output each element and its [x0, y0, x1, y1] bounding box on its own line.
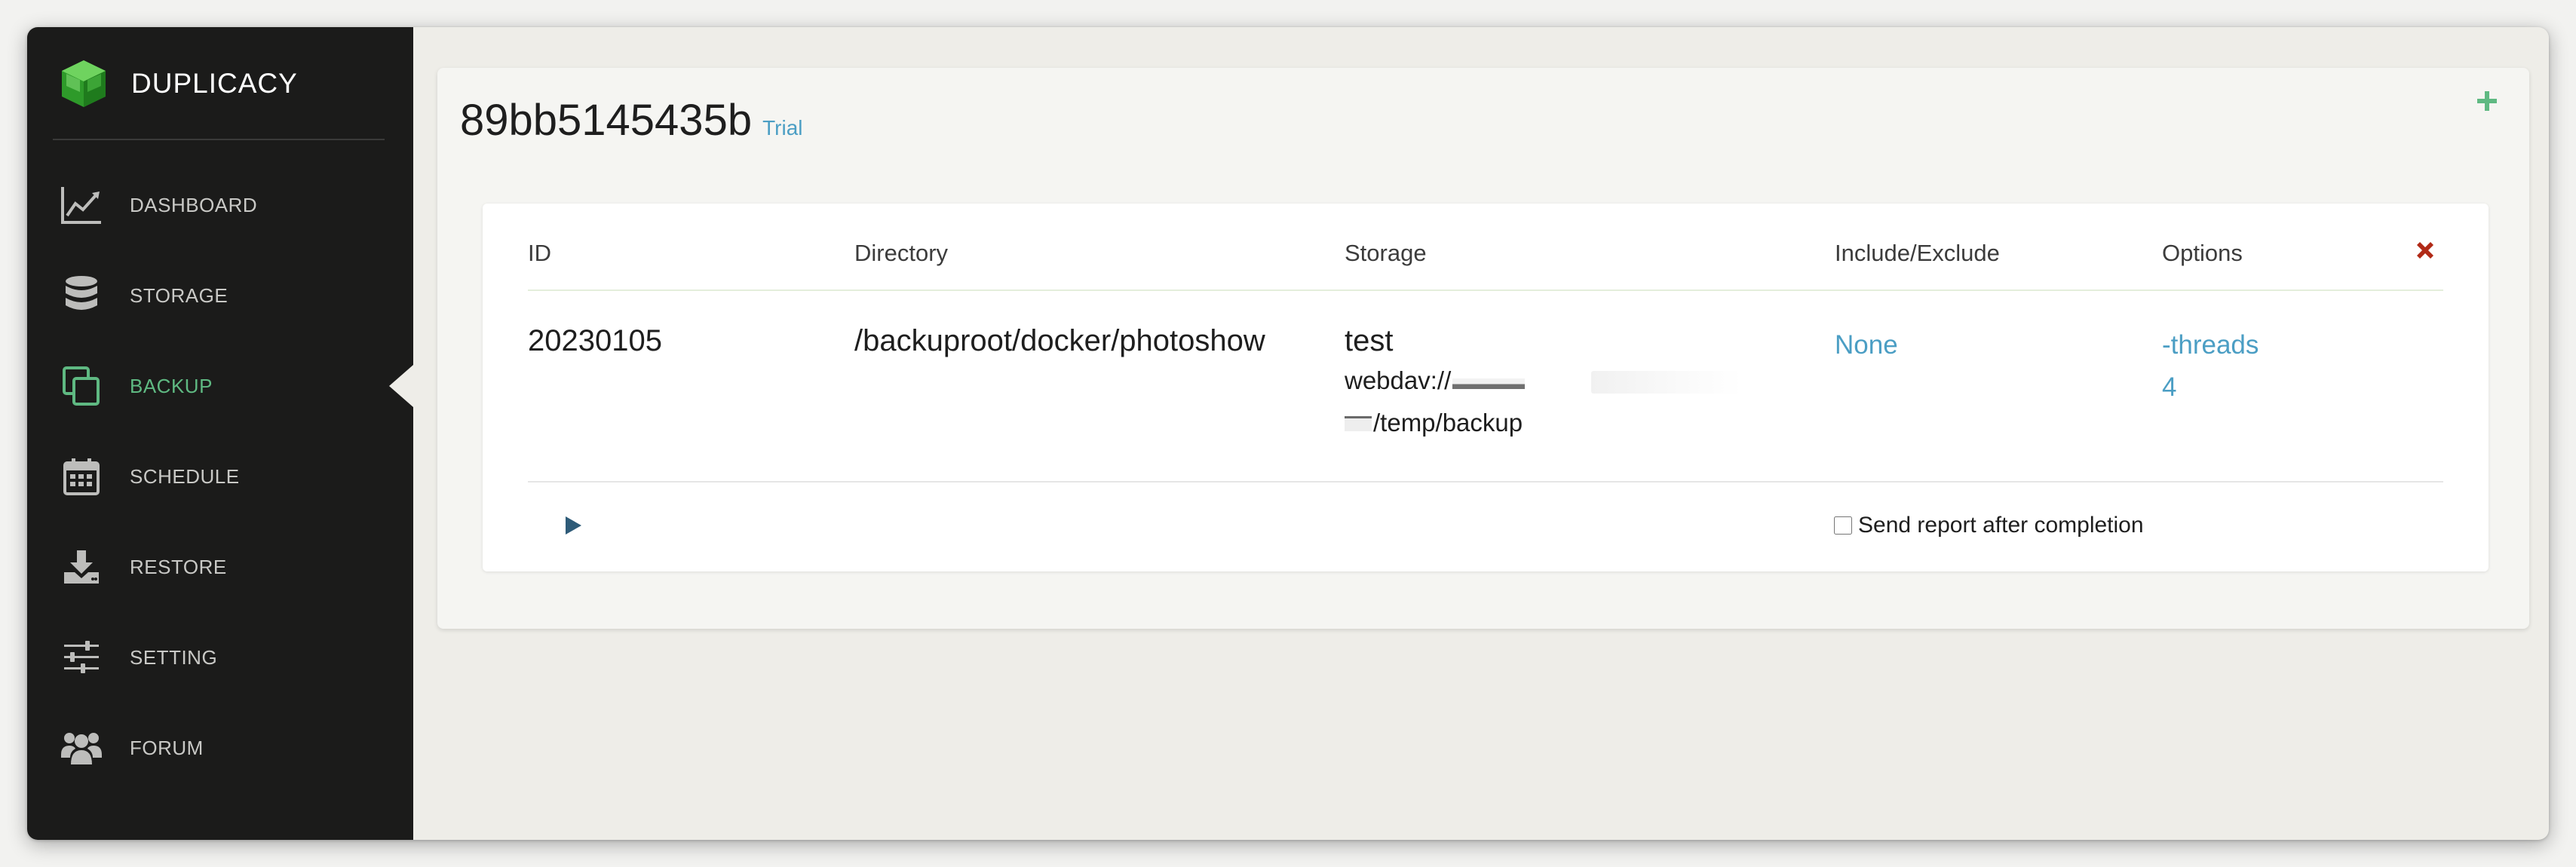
redacted-path	[1345, 416, 1372, 431]
column-header-options: Options	[2162, 240, 2243, 266]
options-cell: -threads 4	[2162, 324, 2259, 409]
sidebar-item-schedule[interactable]: SCHEDULE	[27, 431, 413, 522]
calendar-icon	[60, 455, 103, 498]
sidebar-item-label: SETTING	[130, 645, 218, 669]
sidebar-item-label: DASHBOARD	[130, 193, 258, 216]
backup-card: ID Directory Storage Include/Exclude Opt…	[483, 204, 2489, 571]
backup-storage: test webdav:// /temp/backup	[1345, 324, 1526, 444]
database-icon	[60, 274, 103, 317]
main-content: 89bb5145435b Trial ID Directory Storage …	[413, 27, 2549, 840]
close-icon	[2417, 242, 2433, 259]
sidebar-item-forum[interactable]: FORUM	[27, 703, 413, 793]
sidebar: DUPLICACY DASHBOARD STORAGE BACKUP SCHED…	[27, 27, 413, 840]
sidebar-item-storage[interactable]: STORAGE	[27, 250, 413, 341]
sliders-icon	[60, 636, 103, 679]
send-report-option[interactable]: Send report after completion	[1834, 513, 2144, 538]
column-header-id: ID	[528, 240, 551, 266]
header-divider	[528, 290, 2443, 291]
brand[interactable]: DUPLICACY	[57, 48, 298, 119]
sidebar-nav: DASHBOARD STORAGE BACKUP SCHEDULE RESTOR…	[27, 160, 413, 793]
app-window: DUPLICACY DASHBOARD STORAGE BACKUP SCHED…	[27, 27, 2549, 840]
sidebar-item-restore[interactable]: RESTORE	[27, 522, 413, 612]
options-link[interactable]: -threads 4	[2162, 324, 2259, 409]
sidebar-item-setting[interactable]: SETTING	[27, 612, 413, 703]
redacted-text	[1591, 371, 1742, 394]
include-exclude-link[interactable]: None	[1835, 330, 1898, 360]
storage-url: webdav:// /temp/backup	[1345, 360, 1526, 444]
run-backup-button[interactable]	[561, 513, 584, 538]
sidebar-item-label: BACKUP	[130, 374, 213, 397]
column-header-directory: Directory	[854, 240, 949, 266]
options-line-1: -threads	[2162, 330, 2259, 360]
computer-panel: 89bb5145435b Trial ID Directory Storage …	[437, 68, 2529, 629]
delete-backup-button[interactable]	[2409, 234, 2442, 267]
send-report-label: Send report after completion	[1858, 513, 2144, 538]
active-indicator	[389, 365, 413, 407]
include-exclude-cell: None	[1835, 324, 1898, 366]
users-icon	[60, 727, 103, 769]
plus-icon	[2477, 91, 2497, 111]
backup-id: 20230105	[528, 324, 662, 357]
copy-icon	[60, 365, 103, 407]
duplicacy-logo-icon	[62, 60, 106, 107]
sidebar-item-dashboard[interactable]: DASHBOARD	[27, 160, 413, 250]
backup-directory: /backuproot/docker/photoshow	[854, 324, 1265, 357]
sidebar-item-label: RESTORE	[130, 555, 227, 578]
footer-divider	[528, 481, 2443, 483]
storage-url-suffix: /temp/backup	[1373, 409, 1523, 437]
redacted-host	[1452, 378, 1526, 389]
add-backup-button[interactable]	[2472, 86, 2502, 116]
computer-id: 89bb5145435b	[460, 96, 753, 145]
license-badge[interactable]: Trial	[762, 116, 802, 140]
column-header-include-exclude: Include/Exclude	[1835, 240, 2000, 266]
sidebar-item-label: STORAGE	[130, 283, 228, 307]
app-name: DUPLICACY	[131, 68, 298, 99]
download-icon	[60, 546, 103, 588]
storage-name: test	[1345, 324, 1394, 357]
sidebar-item-label: FORUM	[130, 736, 204, 759]
storage-url-prefix: webdav://	[1345, 366, 1452, 394]
chart-line-icon	[60, 184, 103, 226]
sidebar-item-backup[interactable]: BACKUP	[27, 341, 413, 431]
options-line-2: 4	[2162, 372, 2177, 402]
sidebar-item-label: SCHEDULE	[130, 464, 240, 488]
sidebar-divider	[53, 139, 385, 140]
column-header-storage: Storage	[1345, 240, 1427, 266]
send-report-checkbox[interactable]	[1834, 516, 1852, 535]
page-title: 89bb5145435b Trial	[460, 95, 803, 146]
play-icon	[566, 516, 581, 535]
